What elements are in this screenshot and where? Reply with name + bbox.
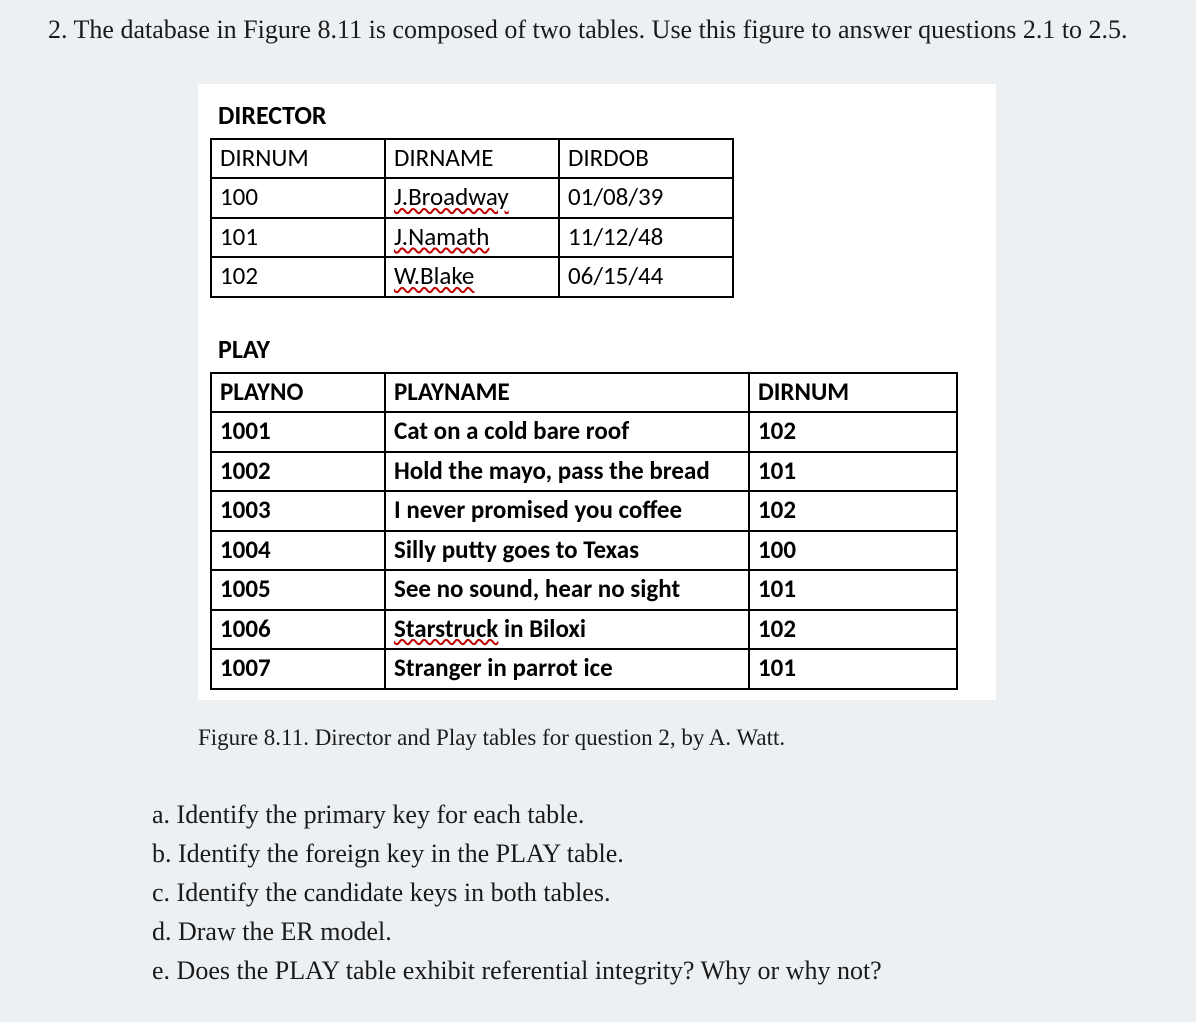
cell-playname: Silly putty goes to Texas [385, 531, 749, 571]
director-header-row: DIRNUM DIRNAME DIRDOB [211, 139, 733, 179]
page-root: 2. The database in Figure 8.11 is compos… [0, 0, 1196, 1022]
play-header-row: PLAYNO PLAYNAME DIRNUM [211, 373, 957, 413]
sub-question-b: b. Identify the foreign key in the PLAY … [152, 836, 1150, 872]
figure-block: DIRECTOR DIRNUM DIRNAME DIRDOB 100 J.Bro… [198, 84, 996, 700]
cell-dirname: W.Blake [385, 257, 559, 297]
play-col-playno: PLAYNO [211, 373, 385, 413]
sub-question-c: c. Identify the candidate keys in both t… [152, 875, 1150, 911]
cell-playname: Stranger in parrot ice [385, 649, 749, 689]
spellcheck-underline: Starstruck [394, 613, 498, 644]
table-row: 1005 See no sound, hear no sight 101 [211, 570, 957, 610]
sub-questions: a. Identify the primary key for each tab… [152, 797, 1150, 988]
table-row: 1003 I never promised you coffee 102 [211, 491, 957, 531]
cell-dirdob: 06/15/44 [559, 257, 733, 297]
cell-dirnum: 100 [749, 531, 957, 571]
cell-playno: 1004 [211, 531, 385, 571]
cell-playno: 1006 [211, 610, 385, 650]
cell-dirnum: 102 [749, 491, 957, 531]
cell-dirname: J.Namath [385, 218, 559, 258]
spellcheck-underline: J.Broadway [394, 181, 509, 212]
director-col-dirname: DIRNAME [385, 139, 559, 179]
cell-dirnum: 101 [749, 649, 957, 689]
table-row: 1001 Cat on a cold bare roof 102 [211, 412, 957, 452]
cell-dirnum: 100 [211, 178, 385, 218]
sub-question-a: a. Identify the primary key for each tab… [152, 797, 1150, 833]
cell-playno: 1002 [211, 452, 385, 492]
table-row: 100 J.Broadway 01/08/39 [211, 178, 733, 218]
cell-dirnum: 102 [749, 610, 957, 650]
cell-dirnum: 102 [749, 412, 957, 452]
cell-playname: See no sound, hear no sight [385, 570, 749, 610]
table-row: 1006 Starstruck in Biloxi 102 [211, 610, 957, 650]
director-col-dirdob: DIRDOB [559, 139, 733, 179]
director-table-title: DIRECTOR [202, 98, 992, 138]
cell-dirdob: 11/12/48 [559, 218, 733, 258]
cell-dirnum: 102 [211, 257, 385, 297]
director-col-dirnum: DIRNUM [211, 139, 385, 179]
table-row: 1002 Hold the mayo, pass the bread 101 [211, 452, 957, 492]
cell-dirdob: 01/08/39 [559, 178, 733, 218]
cell-playno: 1001 [211, 412, 385, 452]
cell-dirnum: 101 [749, 570, 957, 610]
cell-playno: 1007 [211, 649, 385, 689]
problem-stem: 2. The database in Figure 8.11 is compos… [48, 12, 1150, 48]
table-row: 1007 Stranger in parrot ice 101 [211, 649, 957, 689]
play-table-title: PLAY [202, 332, 992, 372]
cell-playname: Hold the mayo, pass the bread [385, 452, 749, 492]
cell-dirnum: 101 [749, 452, 957, 492]
play-col-playname: PLAYNAME [385, 373, 749, 413]
sub-question-d: d. Draw the ER model. [152, 914, 1150, 950]
sub-question-e: e. Does the PLAY table exhibit referenti… [152, 953, 1150, 989]
cell-dirname: J.Broadway [385, 178, 559, 218]
cell-playname: Cat on a cold bare roof [385, 412, 749, 452]
figure-caption: Figure 8.11. Director and Play tables fo… [198, 722, 1150, 754]
cell-playname: Starstruck in Biloxi [385, 610, 749, 650]
table-row: 102 W.Blake 06/15/44 [211, 257, 733, 297]
play-col-dirnum: DIRNUM [749, 373, 957, 413]
table-row: 1004 Silly putty goes to Texas 100 [211, 531, 957, 571]
cell-dirnum: 101 [211, 218, 385, 258]
cell-playno: 1005 [211, 570, 385, 610]
director-table: DIRNUM DIRNAME DIRDOB 100 J.Broadway 01/… [210, 138, 734, 298]
spellcheck-underline: W.Blake [394, 260, 474, 291]
cell-playname: I never promised you coffee [385, 491, 749, 531]
table-row: 101 J.Namath 11/12/48 [211, 218, 733, 258]
cell-playno: 1003 [211, 491, 385, 531]
spellcheck-underline: J.Namath [394, 221, 489, 252]
play-table: PLAYNO PLAYNAME DIRNUM 1001 Cat on a col… [210, 372, 958, 690]
